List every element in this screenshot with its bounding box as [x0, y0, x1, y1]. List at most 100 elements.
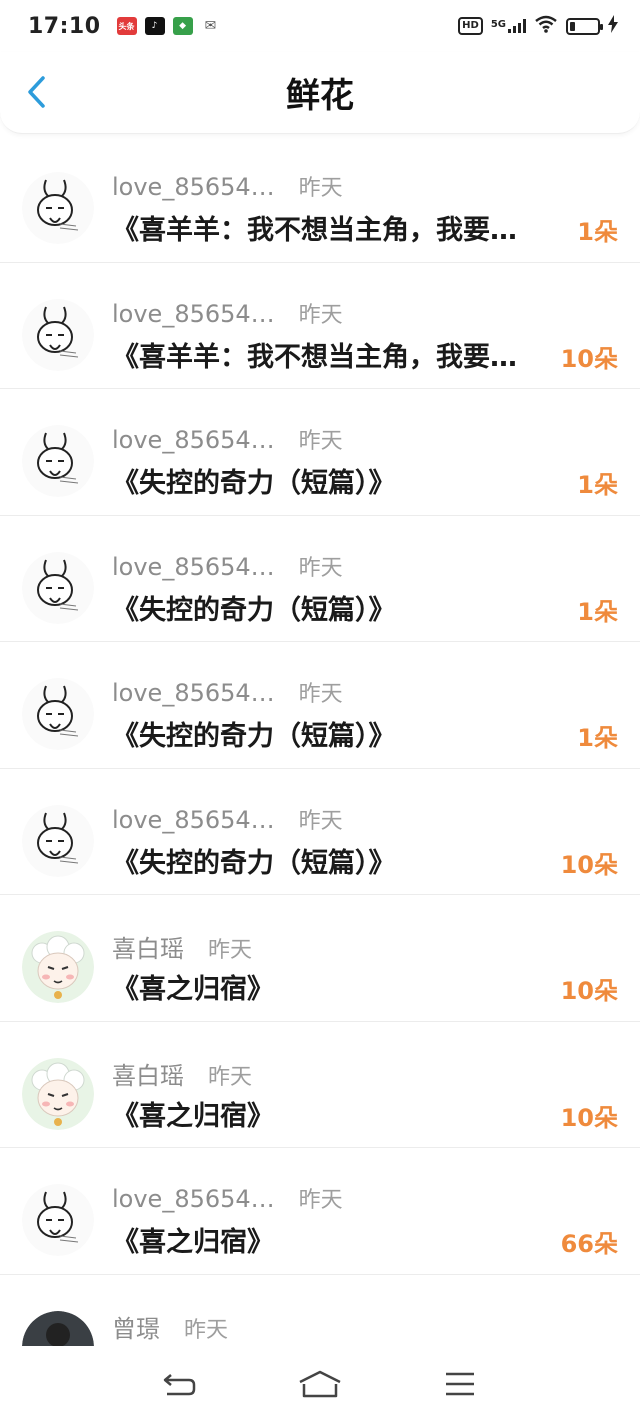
timestamp: 昨天 — [298, 682, 343, 707]
work-title[interactable]: 《失控的奇力（短篇）》 — [112, 461, 562, 500]
timestamp: 昨天 — [208, 1064, 253, 1090]
list-item[interactable]: 曾璟 昨天 《…》 — [0, 1275, 640, 1346]
user-name[interactable]: 曾璟 — [112, 1309, 160, 1344]
tiktok-app-icon: ♪ — [144, 17, 165, 35]
row-meta: love_85654… 昨天 — [112, 1182, 343, 1214]
flower-count: 1朵 — [577, 724, 618, 752]
list-item[interactable]: love_85654… 昨天 《失控的奇力（短篇）》 1朵 — [0, 389, 640, 516]
user-name[interactable]: 喜白瑶 — [112, 1056, 184, 1091]
wifi-icon — [534, 15, 558, 37]
avatar[interactable] — [22, 551, 94, 624]
work-title[interactable]: 《喜之归宿》 — [112, 1094, 562, 1133]
page-title: 鲜花 — [286, 76, 354, 116]
user-name[interactable]: love_85654… — [112, 1185, 275, 1213]
sheep-avatar-icon — [22, 1057, 94, 1130]
rabbit-avatar-icon — [22, 298, 94, 371]
work-title[interactable]: 《失控的奇力（短篇）》 — [112, 841, 562, 880]
photo-avatar-icon — [22, 1310, 94, 1346]
rabbit-avatar-icon — [22, 425, 94, 497]
page-header: 鲜花 — [0, 52, 640, 134]
status-bar: 17:10 头条 ♪ ◆ ✉ HD 5G — [0, 0, 640, 52]
avatar[interactable] — [22, 1310, 94, 1346]
nav-menu-button[interactable] — [435, 1364, 485, 1404]
flower-count: 10朵 — [560, 977, 618, 1005]
flower-gift-list: love_85654… 昨天 《喜羊羊：我不想当主角，我要… 1朵 love_8… — [0, 136, 640, 1346]
system-nav-bar — [0, 1346, 640, 1422]
timestamp: 昨天 — [298, 176, 343, 201]
back-button[interactable] — [18, 74, 54, 110]
user-name[interactable]: love_85654… — [112, 300, 275, 328]
list-item[interactable]: love_85654… 昨天 《失控的奇力（短篇）》 1朵 — [0, 642, 640, 769]
avatar[interactable] — [22, 1057, 94, 1130]
status-right-group: HD 5G — [458, 15, 618, 37]
work-title[interactable]: 《喜之归宿》 — [112, 967, 562, 1006]
battery-icon — [566, 17, 603, 35]
charging-icon — [608, 15, 618, 37]
chevron-left-icon — [28, 76, 45, 108]
timestamp: 昨天 — [298, 429, 343, 454]
nav-back-button[interactable] — [155, 1364, 205, 1404]
user-name[interactable]: love_85654… — [112, 806, 275, 834]
work-title[interactable]: 《喜羊羊：我不想当主角，我要… — [112, 208, 562, 247]
list-item[interactable]: love_85654… 昨天 《喜羊羊：我不想当主角，我要… 10朵 — [0, 263, 640, 389]
flower-count: 10朵 — [560, 1103, 618, 1132]
signal-5g-icon: 5G — [491, 19, 526, 33]
user-name[interactable]: love_85654… — [112, 553, 275, 581]
menu-icon — [446, 1372, 474, 1396]
row-meta: love_85654… 昨天 — [112, 297, 343, 329]
user-name[interactable]: 喜白瑶 — [112, 929, 184, 964]
notification-icons: 头条 ♪ ◆ ✉ — [116, 17, 221, 35]
avatar[interactable] — [22, 298, 94, 371]
nav-home-button[interactable] — [295, 1364, 345, 1404]
row-meta: 曾璟 昨天 — [112, 1309, 228, 1344]
work-title[interactable]: 《喜之归宿》 — [112, 1220, 562, 1259]
avatar[interactable] — [22, 678, 94, 750]
timestamp: 昨天 — [298, 1188, 343, 1213]
rabbit-avatar-icon — [22, 678, 94, 750]
timestamp: 昨天 — [298, 808, 343, 834]
user-name[interactable]: love_85654… — [112, 426, 275, 454]
list-item[interactable]: 喜白瑶 昨天 《喜之归宿》 10朵 — [0, 1022, 640, 1148]
flower-count: 1朵 — [577, 218, 618, 246]
timestamp: 昨天 — [298, 302, 343, 328]
status-time: 17:10 — [28, 13, 101, 39]
row-meta: 喜白瑶 昨天 — [112, 929, 252, 964]
toutiao-app-icon: 头条 — [116, 17, 137, 35]
work-title[interactable]: 《失控的奇力（短篇）》 — [112, 588, 562, 627]
row-meta: love_85654… 昨天 — [112, 423, 343, 455]
rabbit-avatar-icon — [22, 172, 94, 244]
rabbit-avatar-icon — [22, 804, 94, 877]
user-name[interactable]: love_85654… — [112, 679, 275, 707]
list-item[interactable]: 喜白瑶 昨天 《喜之归宿》 10朵 — [0, 895, 640, 1022]
avatar[interactable] — [22, 804, 94, 877]
avatar[interactable] — [22, 1184, 94, 1256]
row-meta: love_85654… 昨天 — [112, 803, 343, 835]
flower-count: 66朵 — [560, 1230, 618, 1258]
iqiyi-app-icon: ◆ — [172, 17, 193, 35]
work-title[interactable]: 《喜羊羊：我不想当主角，我要… — [112, 335, 562, 374]
timestamp: 昨天 — [298, 555, 343, 581]
avatar[interactable] — [22, 425, 94, 497]
avatar[interactable] — [22, 931, 94, 1003]
flower-count: 1朵 — [577, 471, 618, 499]
rabbit-avatar-icon — [22, 551, 94, 624]
flower-count: 10朵 — [560, 344, 618, 373]
rabbit-avatar-icon — [22, 1184, 94, 1256]
list-item[interactable]: love_85654… 昨天 《喜羊羊：我不想当主角，我要… 1朵 — [0, 136, 640, 263]
row-meta: 喜白瑶 昨天 — [112, 1056, 252, 1091]
sheep-avatar-icon — [22, 931, 94, 1003]
work-title[interactable]: 《失控的奇力（短篇）》 — [112, 714, 562, 753]
home-icon — [299, 1370, 341, 1398]
row-meta: love_85654… 昨天 — [112, 170, 343, 202]
timestamp: 昨天 — [208, 938, 253, 963]
wechat-app-icon: ✉ — [200, 17, 221, 35]
flower-count: 10朵 — [560, 850, 618, 879]
list-item[interactable]: love_85654… 昨天 《喜之归宿》 66朵 — [0, 1148, 640, 1275]
list-item[interactable]: love_85654… 昨天 《失控的奇力（短篇）》 10朵 — [0, 769, 640, 895]
return-icon — [163, 1374, 196, 1396]
row-meta: love_85654… 昨天 — [112, 550, 343, 582]
hd-icon: HD — [458, 17, 483, 35]
user-name[interactable]: love_85654… — [112, 173, 275, 201]
list-item[interactable]: love_85654… 昨天 《失控的奇力（短篇）》 1朵 — [0, 516, 640, 642]
avatar[interactable] — [22, 172, 94, 244]
